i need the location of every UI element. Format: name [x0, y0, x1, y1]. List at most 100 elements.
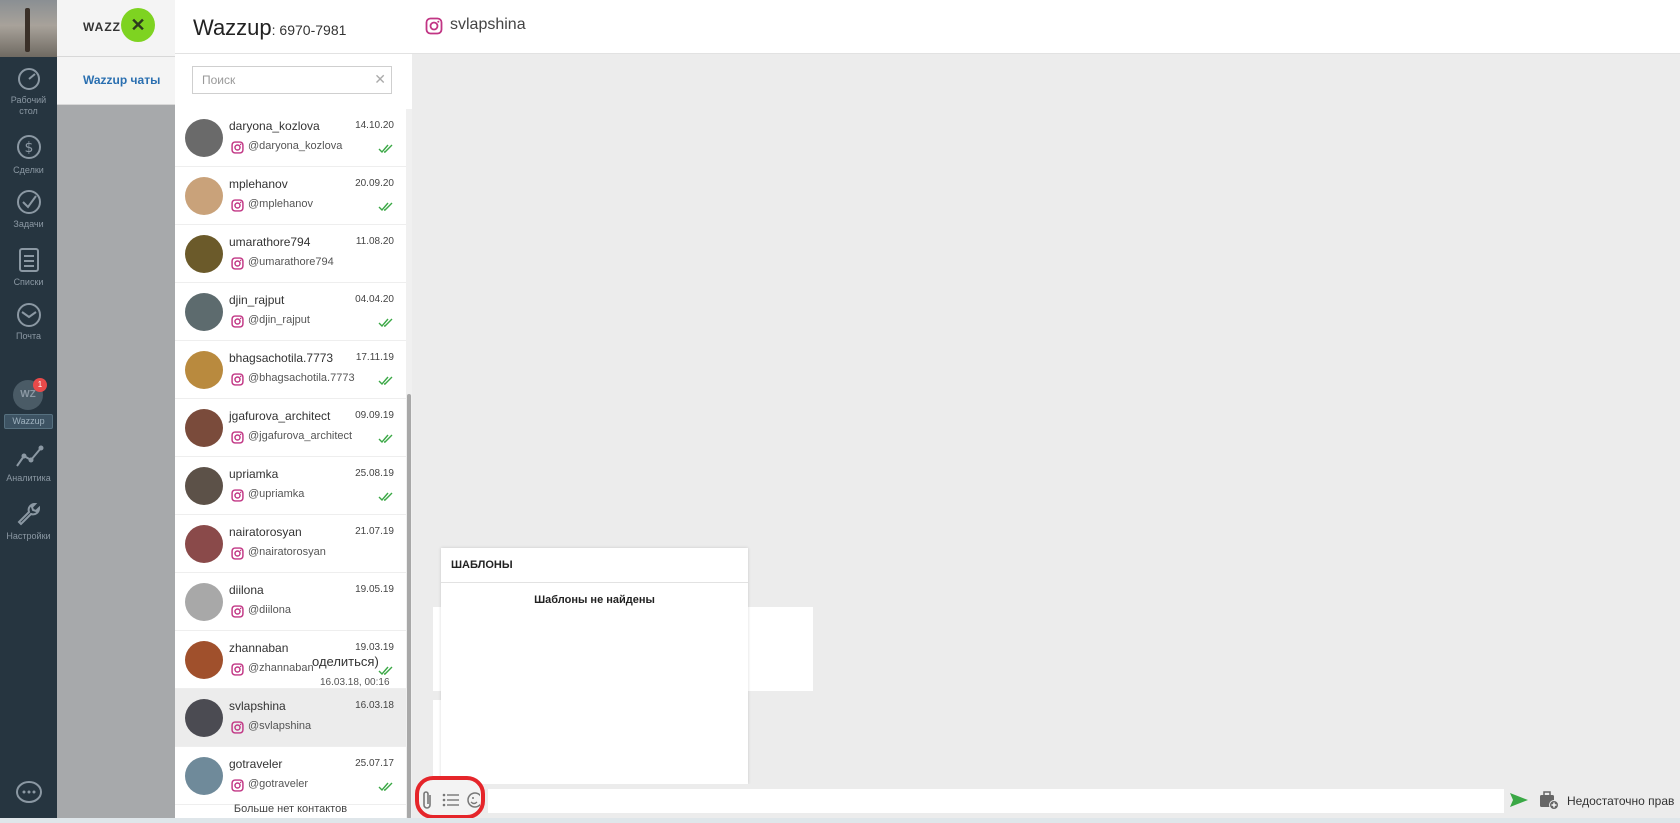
contact-date: 16.03.18 [355, 700, 394, 711]
contact-row[interactable]: daryona_kozlova 14.10.20 @daryona_kozlova [175, 109, 406, 167]
sidebar-item-label: Wazzup чаты [83, 73, 161, 87]
page-title-text: Wazzup [193, 15, 272, 40]
instagram-icon [231, 315, 244, 333]
chat-bubble-icon[interactable] [15, 780, 43, 806]
contact-handle: @zhannaban [248, 662, 314, 674]
contact-handle: @svlapshina [248, 720, 312, 732]
rail-item-tasks[interactable]: Задачи [0, 188, 57, 230]
message-input[interactable] [488, 789, 1504, 813]
instagram-icon [231, 605, 244, 623]
double-check-icon [378, 779, 394, 797]
rail-label: Почта [16, 331, 41, 341]
instagram-icon [425, 17, 443, 35]
contact-handle: @upriamka [248, 488, 305, 500]
contact-date: 25.07.17 [355, 758, 394, 769]
contact-handle: @diilona [248, 604, 291, 616]
rail-item-analytics[interactable]: Аналитика [0, 444, 57, 484]
templates-title: ШАБЛОНЫ [451, 559, 513, 571]
sidebar-item-wazzup-chats[interactable]: Wazzup чаты [57, 57, 175, 105]
contact-date: 17.11.19 [355, 352, 394, 363]
contact-handle: @umarathore794 [248, 256, 334, 268]
contact-row[interactable]: mplehanov 20.09.20 @mplehanov [175, 167, 406, 225]
page-title: Wazzup: 6970-7981 [193, 15, 346, 41]
contact-name: jgafurova_architect [229, 409, 331, 423]
instagram-icon [231, 257, 244, 275]
contact-name: daryona_kozlova [229, 119, 320, 133]
briefcase-add-icon[interactable] [1539, 790, 1559, 810]
message-time: 16.03.18, 00:16 [320, 677, 390, 688]
contact-row[interactable]: bhagsachotila.7773 17.11.19 @bhagsachotila… [175, 341, 406, 399]
avatar [185, 583, 223, 621]
rail-item-lists[interactable]: Списки [0, 246, 57, 288]
rail-item-settings[interactable]: Настройки [0, 500, 57, 542]
double-check-icon [378, 489, 394, 507]
contact-row[interactable]: upriamka 25.08.19 @upriamka [175, 457, 406, 515]
speedometer-icon [17, 68, 40, 90]
contact-name: nairatorosyan [229, 525, 302, 539]
contact-row[interactable]: gotraveler 25.07.17 @gotraveler [175, 747, 406, 805]
search-input[interactable] [193, 67, 373, 93]
contact-row[interactable]: diilona 19.05.19 @diilona [175, 573, 406, 631]
instagram-icon [231, 547, 244, 565]
avatar [185, 119, 223, 157]
avatar [185, 699, 223, 737]
rail-item-wazzup[interactable]: Wazzup [4, 414, 53, 429]
send-icon[interactable] [1509, 792, 1529, 808]
avatar [185, 641, 223, 679]
contact-date: 19.05.19 [355, 584, 394, 595]
contact-date: 14.10.20 [355, 120, 394, 131]
user-photo[interactable] [0, 0, 57, 57]
contact-row[interactable]: umarathore794 11.08.20 @umarathore794 [175, 225, 406, 283]
sub-sidebar: WAZZ ✕ Wazzup чаты [57, 0, 175, 823]
avatar [185, 293, 223, 331]
dollar-icon: $ [16, 135, 41, 159]
contact-handle: @jgafurova_architect [248, 430, 353, 442]
instagram-icon [231, 721, 244, 739]
contact-handle: @nairatorosyan [248, 546, 326, 558]
clear-search-icon[interactable]: ✕ [374, 72, 386, 86]
bottom-strip [0, 818, 1680, 823]
contact-row[interactable]: nairatorosyan 21.07.19 @nairatorosyan [175, 515, 406, 573]
checkmark-icon [16, 190, 41, 214]
analytics-icon [15, 445, 43, 467]
contact-list: daryona_kozlova 14.10.20 @daryona_kozlovam… [175, 109, 406, 805]
left-rail: Рабочий стол $ Сделки Задачи Списки Почт… [0, 0, 57, 823]
rail-label: Списки [13, 277, 44, 287]
contact-name: djin_rajput [229, 293, 285, 307]
paperclip-icon[interactable] [420, 790, 434, 812]
header: Wazzup: 6970-7981 svlapshina [175, 0, 1680, 54]
avatar [185, 409, 223, 447]
divider [441, 582, 748, 583]
templates-list-icon[interactable] [442, 792, 460, 808]
contact-date: 11.08.20 [355, 236, 394, 247]
logo-area: WAZZ ✕ [57, 0, 175, 57]
contact-date: 09.09.19 [355, 410, 394, 421]
notification-badge: 1 [33, 378, 47, 392]
double-check-icon [378, 141, 394, 159]
contact-handle: @daryona_kozlova [248, 140, 343, 152]
contact-row[interactable]: jgafurova_architect 09.09.19 @jgafurova_ar… [175, 399, 406, 457]
instagram-icon [231, 373, 244, 391]
contact-name: mplehanov [229, 177, 288, 191]
contact-handle: @djin_rajput [248, 314, 310, 326]
templates-empty-message: Шаблоны не найдены [534, 594, 655, 606]
contact-date: 20.09.20 [355, 178, 394, 189]
contact-row[interactable]: djin_rajput 04.04.20 @djin_rajput [175, 283, 406, 341]
rail-item-deals[interactable]: $ Сделки [0, 132, 57, 176]
wrench-icon [17, 503, 40, 526]
contact-name: gotraveler [229, 757, 283, 771]
no-permission-text: Недостаточно прав [1567, 794, 1675, 808]
instagram-icon [231, 431, 244, 449]
contact-row[interactable]: svlapshina 16.03.18 @svlapshina [175, 689, 406, 747]
phone-number: : 6970-7981 [271, 22, 347, 38]
list-icon [18, 248, 39, 272]
instagram-icon [231, 663, 244, 681]
avatar [185, 177, 223, 215]
rail-label: Рабочий [10, 95, 47, 105]
scroll-thumb[interactable] [407, 394, 411, 819]
rail-item-mail[interactable]: Почта [0, 302, 57, 342]
double-check-icon [378, 431, 394, 449]
emoji-icon[interactable] [466, 791, 480, 809]
instagram-icon [231, 779, 244, 797]
rail-item-desktop[interactable]: Рабочий стол [0, 66, 57, 117]
